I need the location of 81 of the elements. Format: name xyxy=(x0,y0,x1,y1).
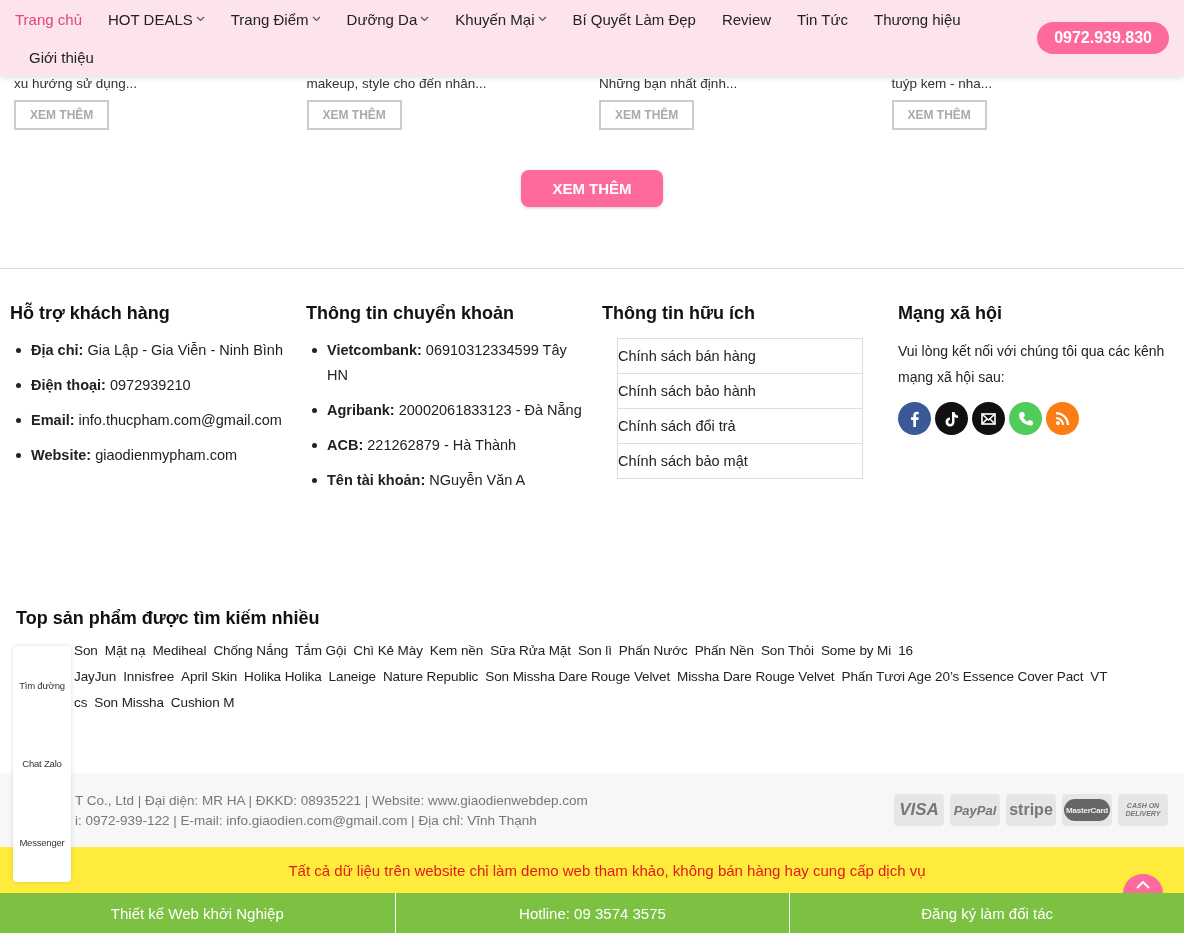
search-tag[interactable]: Kem nền xyxy=(429,641,484,661)
info-item: ACB: 221262879 - Hà Thành xyxy=(327,436,517,455)
nav-link[interactable]: Dưỡng Da xyxy=(333,0,443,38)
mastercard-logo: MasterCard xyxy=(1064,799,1110,821)
search-tag[interactable]: VT xyxy=(1090,667,1108,687)
search-tag[interactable]: Some by Mi xyxy=(820,641,892,661)
info-item: Vietcombank: 06910312334599 Tây HN xyxy=(327,341,568,385)
social-text: Vui lòng kết nối với chúng tôi qua các kênh mạng xã hội sau: xyxy=(898,342,1166,387)
search-tag[interactable]: Nature Republic xyxy=(382,667,479,687)
search-tag[interactable]: 16 xyxy=(898,641,913,661)
search-tag[interactable]: Mediheal xyxy=(152,641,207,661)
search-tag[interactable]: Son Missha xyxy=(94,693,164,713)
payment-badge: VISA xyxy=(894,794,944,826)
nav-link[interactable]: Bí Quyết Làm Đẹp xyxy=(559,0,709,38)
search-tag[interactable]: Chì Kẻ Mày xyxy=(353,641,423,661)
column-heading: Thông tin chuyển khoản xyxy=(306,303,515,324)
policy-link[interactable]: Chính sách bảo hành xyxy=(618,374,862,409)
column-heading: Thông tin hữu ích xyxy=(602,303,756,324)
nav-link[interactable]: Giới thiệu xyxy=(2,38,107,76)
nav-link[interactable]: Tin Tức xyxy=(784,0,861,38)
bullet-icon xyxy=(312,408,317,413)
payment-badge: PayPal xyxy=(950,794,1000,826)
search-tag[interactable]: Chống Nắng xyxy=(213,641,289,661)
facebook-icon[interactable] xyxy=(898,402,931,435)
info-item: Email: info.thucpham.com@gmail.com xyxy=(31,411,282,430)
search-tag[interactable]: Missha Dare Rouge Velvet xyxy=(677,667,835,687)
nav-link[interactable]: Khuyến Mại xyxy=(442,0,560,38)
bullet-icon xyxy=(312,443,317,448)
tiktok-icon[interactable] xyxy=(935,402,968,435)
payment-badge: stripe xyxy=(1006,794,1056,826)
info-item: Tên tài khoản: NGuyễn Văn A xyxy=(327,471,526,490)
info-item: Điện thoại: 0972939210 xyxy=(31,376,191,395)
contact-link[interactable]: Chat Zalo xyxy=(22,758,62,770)
contact-link[interactable]: Messenger xyxy=(19,837,65,849)
nav-link[interactable]: Thương hiệu xyxy=(861,0,974,38)
search-tag[interactable]: Innisfree xyxy=(123,667,175,687)
bullet-icon xyxy=(16,418,21,423)
search-tag[interactable]: Mặt nạ xyxy=(104,641,146,661)
search-tag[interactable]: Phấn Tươi Age 20’s Essence Cover Pact xyxy=(841,667,1084,687)
column-heading: Hỗ trợ khách hàng xyxy=(10,303,171,324)
rss-icon[interactable] xyxy=(1046,402,1079,435)
search-tag[interactable]: Sữa Rửa Mặt xyxy=(490,641,571,661)
bullet-icon xyxy=(16,453,21,458)
column-heading: Mạng xã hội xyxy=(898,303,1003,324)
bullet-icon xyxy=(16,348,21,353)
bullet-icon xyxy=(312,478,317,483)
section-heading: Top sản phẩm được tìm kiếm nhiều xyxy=(16,608,321,629)
search-tag[interactable]: Tắm Gội xyxy=(295,641,347,661)
post-excerpt: tuýp kem - nha... xyxy=(891,76,993,92)
policy-link[interactable]: Chính sách đổi trả xyxy=(618,409,862,444)
info-item: Agribank: 20002061833123 - Đà Nẵng xyxy=(327,401,582,420)
nav-link[interactable]: Review xyxy=(708,0,785,38)
nav-link[interactable]: HOT DEALS xyxy=(95,0,218,38)
search-tag[interactable]: cs xyxy=(74,693,88,713)
info-item: Địa chỉ: Gia Lập - Gia Viễn - Ninh Bình xyxy=(31,341,283,360)
post-excerpt: makeup, style cho đến nhân... xyxy=(306,76,487,92)
search-tag[interactable]: Son xyxy=(74,641,98,661)
search-tag[interactable]: JayJun xyxy=(74,667,117,687)
search-tag[interactable]: Holika Holika xyxy=(244,667,322,687)
search-tag[interactable]: Son Missha Dare Rouge Velvet xyxy=(485,667,671,687)
copyright-text: T Co., Ltd | Đại diện: MR HA | ĐKKD: 08935221 | Website: www.giaodienwebdep.com xyxy=(75,792,588,808)
post-excerpt: Những bạn nhất định... xyxy=(599,76,738,92)
search-tag[interactable]: Phấn Nước xyxy=(618,641,688,661)
policy-link[interactable]: Chính sách bán hàng xyxy=(618,339,862,374)
bullet-icon xyxy=(312,348,317,353)
bullet-icon xyxy=(16,383,21,388)
copyright-text: i: 0972-939-122 | E-mail: info.giaodien.com@gmail.com | Địa chỉ: Vĩnh Thạnh xyxy=(75,812,538,828)
search-tag[interactable]: Cushion M xyxy=(170,693,235,713)
search-tag[interactable]: Phấn Nền xyxy=(694,641,754,661)
search-tag[interactable]: Son Thỏi xyxy=(760,641,814,661)
chevron-up-icon xyxy=(1136,881,1150,889)
contact-link[interactable]: Tìm đường xyxy=(19,679,65,691)
search-tag[interactable]: Laneige xyxy=(328,667,376,687)
info-item: Website: giaodienmypham.com xyxy=(31,446,238,465)
notice-text: Tất cả dữ liệu trên website chỉ làm demo web tham khảo, không bán hàng hay cung cấp dịch vụ xyxy=(287,861,926,879)
post-excerpt: xu hướng sử dụng... xyxy=(14,76,137,92)
mail-icon[interactable] xyxy=(972,402,1005,435)
search-tag[interactable]: Son lì xyxy=(577,641,612,661)
nav-link[interactable]: Trang Điểm xyxy=(217,0,334,38)
policy-link[interactable]: Chính sách bảo mật xyxy=(618,444,862,478)
search-tag[interactable]: April Skin xyxy=(181,667,238,687)
